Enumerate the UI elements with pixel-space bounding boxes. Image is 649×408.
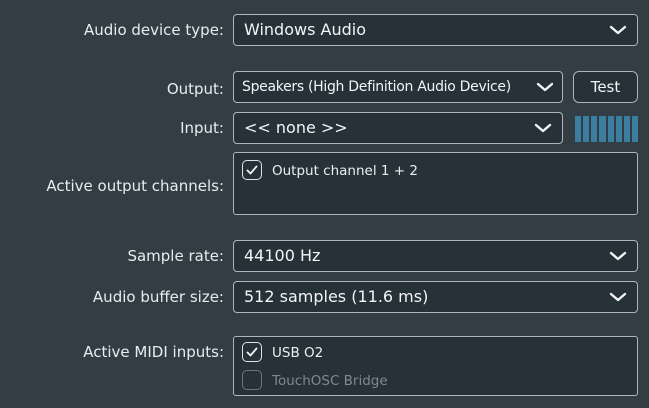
test-button[interactable]: Test [573,71,638,103]
list-item-label: USB O2 [272,345,324,361]
meter-bar [631,116,638,142]
input-level-meter [575,116,638,142]
buffer-size-dropdown[interactable]: 512 samples (11.6 ms) [233,281,638,313]
meter-bar [623,116,630,142]
device-type-label: Audio device type: [83,21,224,39]
meter-bar [583,116,590,142]
input-value: << none >> [244,118,348,137]
chevron-down-icon [534,123,552,133]
audio-settings-panel: Audio device type: Windows Audio Output:… [0,0,649,408]
active-output-label: Active output channels: [46,177,224,195]
device-type-dropdown[interactable]: Windows Audio [233,14,638,46]
check-icon [246,347,258,357]
sample-rate-dropdown[interactable]: 44100 Hz [233,240,638,272]
chevron-down-icon [609,25,627,35]
buffer-size-label: Audio buffer size: [92,288,224,306]
midi-inputs-label: Active MIDI inputs: [83,343,224,361]
meter-bar [607,116,614,142]
list-item-label: Output channel 1 + 2 [272,163,418,179]
check-icon [246,165,258,175]
checkbox[interactable] [242,342,262,362]
meter-bar [615,116,622,142]
meter-bar [575,116,582,142]
meter-bar [591,116,598,142]
device-type-value: Windows Audio [244,20,366,39]
list-item-label: TouchOSC Bridge [272,373,388,389]
output-label: Output: [166,80,224,98]
buffer-size-value: 512 samples (11.6 ms) [244,287,429,306]
sample-rate-value: 44100 Hz [244,246,321,265]
checkbox[interactable] [242,370,262,390]
output-dropdown[interactable]: Speakers (High Definition Audio Device) [233,71,563,103]
meter-bar [599,116,606,142]
chevron-down-icon [609,292,627,302]
chevron-down-icon [536,82,554,92]
checkbox[interactable] [242,160,262,180]
output-channels-list: Output channel 1 + 2 [233,152,638,215]
input-label: Input: [180,119,224,137]
sample-rate-label: Sample rate: [127,247,224,265]
output-value: Speakers (High Definition Audio Device) [242,79,511,95]
input-dropdown[interactable]: << none >> [233,112,563,144]
chevron-down-icon [609,251,627,261]
midi-inputs-list: USB O2 TouchOSC Bridge [233,336,638,396]
